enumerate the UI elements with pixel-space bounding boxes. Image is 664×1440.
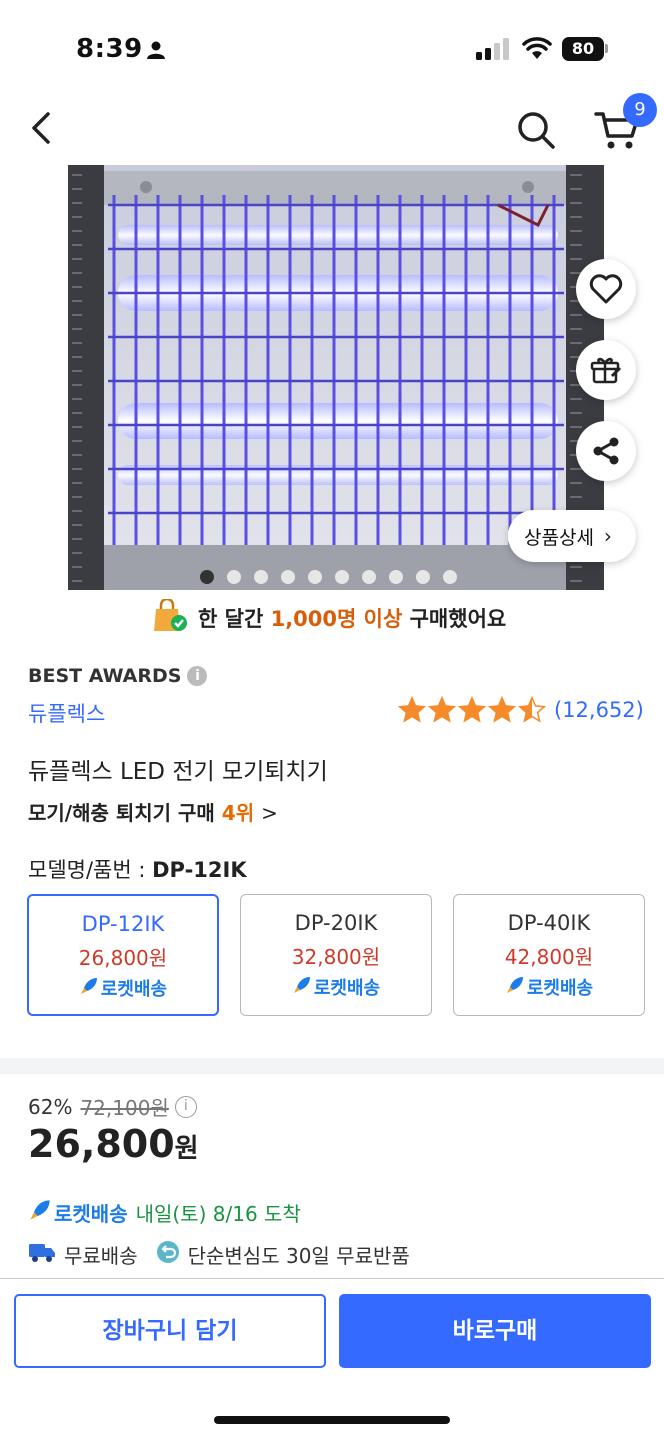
battery-indicator: 80 [562,37,604,61]
model-label-text: 모델명/품번 : [28,858,153,882]
gift-button[interactable] [576,340,636,400]
info-icon[interactable]: i [187,666,208,686]
section-divider [0,1058,664,1074]
star-icon [518,696,546,723]
gift-icon [590,357,622,384]
carousel-dot[interactable] [254,570,268,584]
shopping-bag-check-icon [152,597,188,638]
carousel-dot[interactable] [389,570,403,584]
product-detail-label: 상품상세 [524,526,594,549]
battery-tip [605,44,608,53]
option-dp-20ik[interactable]: DP-20IK 32,800원 로켓배송 [240,894,432,1016]
option-dp-12ik[interactable]: DP-12IK 26,800원 로켓배송 [27,894,219,1016]
carousel-dots [200,570,457,584]
free-shipping-label: 무료배송 [64,1244,138,1268]
cellular-signal-icon [476,38,510,64]
shipping-info: 무료배송 단순변심도 30일 무료반품 [28,1240,410,1269]
product-detail-button[interactable]: 상품상세 › [508,510,636,562]
sale-price-value: 26,800 [28,1122,175,1166]
option-name: DP-20IK [294,911,378,935]
review-count: (12,652) [554,698,644,722]
option-shipping: 로켓배송 [454,974,644,1000]
carousel-dot[interactable] [335,570,349,584]
add-to-cart-button[interactable]: 장바구니 담기 [14,1294,326,1368]
rating[interactable]: (12,652) [398,696,644,724]
carousel-dot[interactable] [227,570,241,584]
rocket-icon [292,975,312,1000]
carousel-dot[interactable] [281,570,295,584]
search-icon [518,112,555,149]
star-icon [458,696,486,723]
option-shipping: 로켓배송 [29,975,217,1001]
original-price: 72,100원 [80,1096,169,1120]
star-icon [428,696,456,723]
option-shipping-label: 로켓배송 [100,979,168,1000]
status-bar: 8:39 80 [0,0,664,100]
free-return-label: 단순변심도 30일 무료반품 [187,1244,410,1268]
chevron-left-icon [32,112,50,144]
purchase-note-highlight: 1,000명 이상 [270,607,403,631]
option-shipping: 로켓배송 [241,974,431,1000]
sale-price: 26,800원 [28,1122,199,1166]
option-dp-40ik[interactable]: DP-40IK 42,800원 로켓배송 [453,894,645,1016]
option-price: 26,800원 [78,946,168,970]
bottom-bar-divider [0,1278,664,1279]
carousel-dot[interactable] [200,570,214,584]
product-title: 듀플렉스 LED 전기 모기퇴치기 [28,759,328,785]
return-icon [156,1240,180,1269]
wifi-icon [522,37,552,65]
carousel-dot[interactable] [308,570,322,584]
discount-row: 62% 72,100원 i [28,1092,197,1121]
purchase-note-prefix: 한 달간 [198,607,271,631]
buy-now-button[interactable]: 바로구매 [339,1294,651,1368]
wishlist-button[interactable] [576,259,636,319]
heart-icon [589,274,623,304]
rank-number: 4위 [221,801,255,825]
purchase-note-suffix: 구매했어요 [402,607,507,631]
rank-prefix: 모기/해충 퇴치기 구매 [28,801,222,825]
category-rank-link[interactable]: 모기/해충 퇴치기 구매 4위 > [28,797,278,826]
cart-count-badge: 9 [623,93,657,127]
option-shipping-label: 로켓배송 [313,978,381,999]
model-value: DP-12IK [152,858,247,882]
best-awards-label: BEST AWARDS i [28,665,208,687]
carousel-dot[interactable] [362,570,376,584]
currency-unit: 원 [174,1134,199,1164]
star-icon [488,696,516,723]
rocket-icon [28,1198,52,1227]
discount-rate: 62% [28,1094,73,1119]
option-shipping-label: 로켓배송 [526,978,594,999]
rocket-icon [505,975,525,1000]
model-label: 모델명/품번 : DP-12IK [28,854,247,884]
delivery-date: 내일(토) 8/16 도착 [135,1202,301,1226]
rocket-delivery-label: 로켓배송 [54,1202,128,1226]
rocket-icon [79,976,99,1001]
delivery-eta: 로켓배송 내일(토) 8/16 도착 [28,1198,301,1227]
share-button[interactable] [576,421,636,481]
back-button[interactable] [22,106,62,150]
star-icon [398,696,426,723]
option-price: 32,800원 [291,945,381,969]
share-icon [593,437,619,465]
carousel-dot[interactable] [443,570,457,584]
home-indicator[interactable] [214,1416,450,1424]
search-button[interactable] [514,108,558,152]
status-time: 8:39 [76,34,143,64]
chevron-right-icon: > [261,801,278,825]
option-name: DP-12IK [81,912,165,936]
info-icon[interactable]: i [174,1095,197,1118]
chevron-right-icon: › [603,524,612,548]
person-icon [146,40,166,64]
truck-icon [28,1241,56,1268]
purchase-count-note: 한 달간 1,000명 이상 구매했어요 [152,597,507,638]
option-price: 42,800원 [504,945,594,969]
best-awards-text: BEST AWARDS [28,665,182,687]
carousel-dot[interactable] [416,570,430,584]
option-name: DP-40IK [507,911,591,935]
brand-link[interactable]: 듀플렉스 [28,698,105,728]
rating-stars [398,696,546,724]
